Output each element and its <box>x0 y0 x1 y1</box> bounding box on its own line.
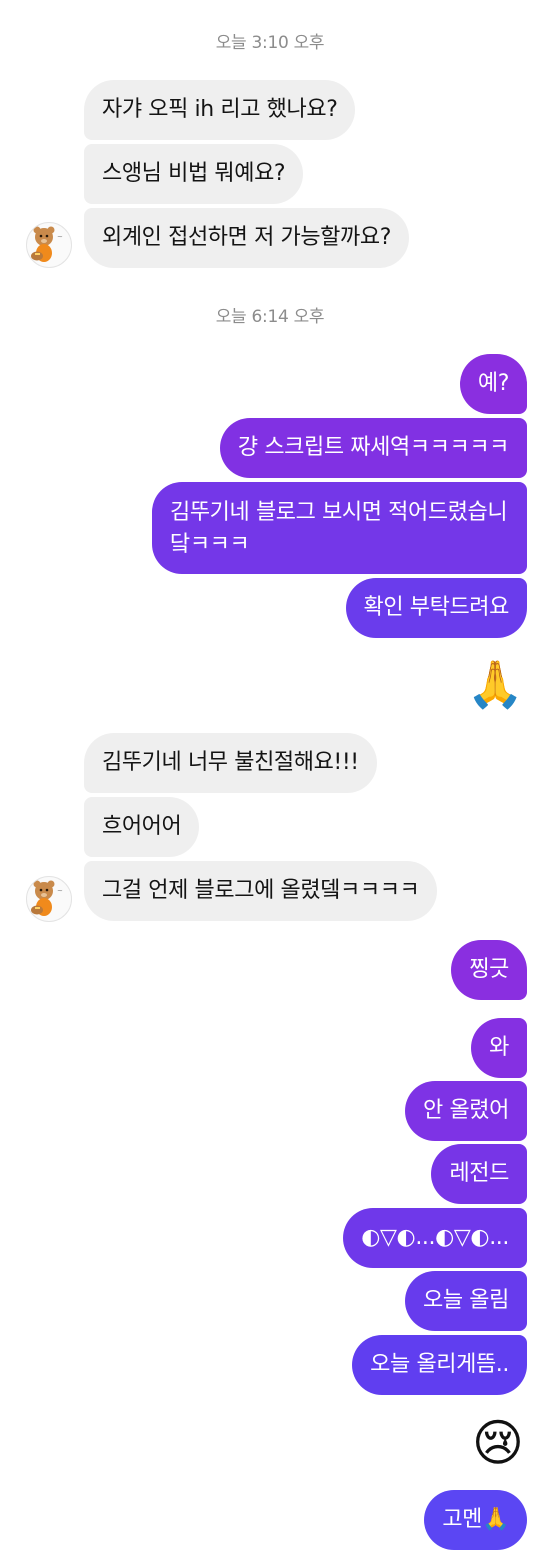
timestamp-1: 오늘 3:10 오후 <box>215 33 325 53</box>
outgoing-message[interactable]: 고멘🙏 <box>424 1490 527 1550</box>
outgoing-message[interactable]: 오늘 올리게뜸.. <box>352 1335 527 1395</box>
svg-text:~: ~ <box>57 233 63 241</box>
incoming-message[interactable]: 김뚜기네 너무 불친절해요!!! <box>84 733 377 793</box>
crying-face-emoji[interactable]: 😢 <box>472 1413 524 1473</box>
avatar[interactable]: ~ <box>26 876 72 922</box>
svg-text:~: ~ <box>57 887 63 895</box>
prayer-hands-emoji[interactable]: 🙏 <box>467 656 524 712</box>
outgoing-message[interactable]: 와 <box>471 1018 527 1078</box>
incoming-message[interactable]: 자갸 오픽 ih 리고 했나요? <box>84 80 356 140</box>
incoming-message[interactable]: 스앵님 비법 뭐예요? <box>84 144 304 204</box>
outgoing-message[interactable]: 안 올렸어 <box>405 1081 527 1141</box>
timestamp-2: 오늘 6:14 오후 <box>215 307 325 327</box>
outgoing-message[interactable]: 예? <box>459 354 527 414</box>
outgoing-message[interactable]: 찡긋 <box>451 940 527 1000</box>
avatar[interactable]: ~ <box>26 222 72 268</box>
outgoing-message[interactable]: 레전드 <box>431 1144 527 1204</box>
outgoing-message[interactable]: 확인 부탁드려요 <box>345 578 527 638</box>
bear-avatar-icon: ~ <box>31 880 63 916</box>
outgoing-message[interactable]: ◐▽◐...◐▽◐... <box>343 1208 527 1268</box>
bear-avatar-icon: ~ <box>31 226 63 262</box>
incoming-message[interactable]: 외계인 접선하면 저 가능할까요? <box>84 208 409 268</box>
outgoing-message[interactable]: 김뚜기네 블로그 보시면 적어드렸습니닼ㅋㅋㅋ <box>152 482 527 574</box>
outgoing-message[interactable]: 오늘 올림 <box>405 1271 527 1331</box>
outgoing-message[interactable]: 걍 스크립트 짜세역ㅋㅋㅋㅋㅋ <box>219 418 527 478</box>
incoming-message[interactable]: 그걸 언제 블로그에 올렸뎈ㅋㅋㅋㅋ <box>84 861 438 921</box>
incoming-message[interactable]: 흐어어어 <box>84 797 200 857</box>
